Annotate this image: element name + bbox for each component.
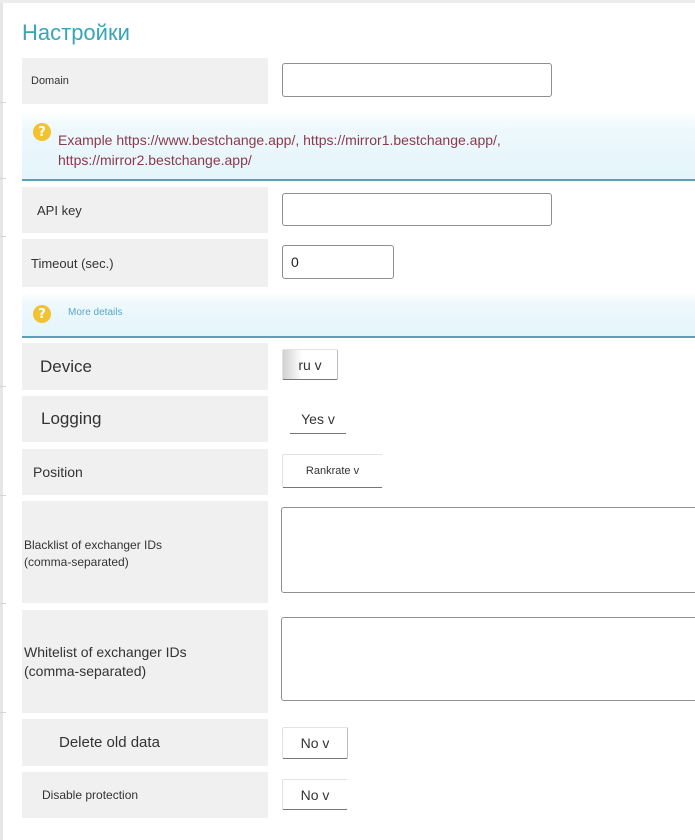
edge-tick [0, 178, 6, 179]
question-mark-icon: ? [33, 123, 51, 141]
domain-label: Domain [22, 58, 268, 104]
blacklist-textarea[interactable] [281, 507, 695, 593]
blacklist-field-cell [269, 501, 695, 603]
logging-label: Logging [22, 396, 268, 442]
api-key-label: API key [22, 187, 268, 233]
api-key-row: API key [22, 187, 695, 233]
whitelist-textarea[interactable] [281, 617, 695, 701]
edge-tick [0, 603, 6, 604]
edge-tick [0, 236, 6, 237]
position-row: Position Rankrate v [22, 449, 695, 495]
domain-hint-text: Example https://www.bestchange.app/, htt… [58, 132, 501, 168]
disable-protection-select[interactable]: No v [282, 779, 348, 810]
disable-protection-label: Disable protection [22, 772, 268, 818]
logging-field-cell: Yes v [269, 396, 695, 442]
whitelist-label-line2: (comma-separated) [24, 663, 147, 679]
disable-protection-row: Disable protection No v [22, 772, 695, 818]
disable-protection-field-cell: No v [269, 772, 695, 818]
device-label: Device [22, 343, 268, 390]
device-row: Device ru v [22, 343, 695, 390]
domain-field-cell [269, 58, 695, 104]
logging-select[interactable]: Yes v [289, 404, 347, 434]
edge-tick [0, 495, 6, 496]
domain-row: Domain [22, 58, 695, 104]
logging-row: Logging Yes v [22, 396, 695, 442]
timeout-row: Timeout (sec.) [22, 239, 695, 287]
position-label: Position [22, 449, 268, 495]
api-key-field-cell [269, 187, 695, 233]
domain-input[interactable] [282, 63, 552, 97]
timeout-label: Timeout (sec.) [22, 239, 268, 287]
blacklist-label-line1: Blacklist of exchanger IDs [24, 538, 163, 552]
position-select[interactable]: Rankrate v [282, 454, 383, 488]
delete-old-data-field-cell: No v [269, 719, 695, 766]
whitelist-field-cell [269, 610, 695, 713]
whitelist-row: Whitelist of exchanger IDs (comma-separa… [22, 610, 695, 713]
delete-old-data-label: Delete old data [22, 719, 268, 766]
edge-tick [0, 712, 6, 713]
delete-old-data-select[interactable]: No v [282, 727, 348, 759]
domain-hint-box: ? Example https://www.bestchange.app/, h… [22, 110, 695, 181]
timeout-input[interactable] [282, 245, 394, 279]
timeout-field-cell [269, 239, 695, 287]
device-field-cell: ru v [269, 343, 695, 390]
whitelist-label-line1: Whitelist of exchanger IDs [24, 644, 187, 660]
blacklist-row: Blacklist of exchanger IDs (comma-separa… [22, 501, 695, 603]
edge-tick [0, 386, 6, 387]
device-select[interactable]: ru v [282, 349, 338, 380]
position-field-cell: Rankrate v [269, 449, 695, 495]
top-edge-strip [0, 0, 695, 3]
blacklist-label: Blacklist of exchanger IDs (comma-separa… [22, 501, 268, 603]
blacklist-label-line2: (comma-separated) [24, 555, 129, 569]
edge-tick [0, 102, 6, 103]
more-details-hint-box: ? More details [22, 292, 695, 338]
question-mark-icon: ? [33, 305, 51, 323]
more-details-link[interactable]: More details [68, 307, 122, 318]
left-edge-strip [0, 0, 3, 840]
delete-old-data-row: Delete old data No v [22, 719, 695, 766]
api-key-input[interactable] [282, 193, 552, 226]
whitelist-label: Whitelist of exchanger IDs (comma-separa… [22, 610, 268, 713]
page-title: Настройки [22, 20, 130, 45]
